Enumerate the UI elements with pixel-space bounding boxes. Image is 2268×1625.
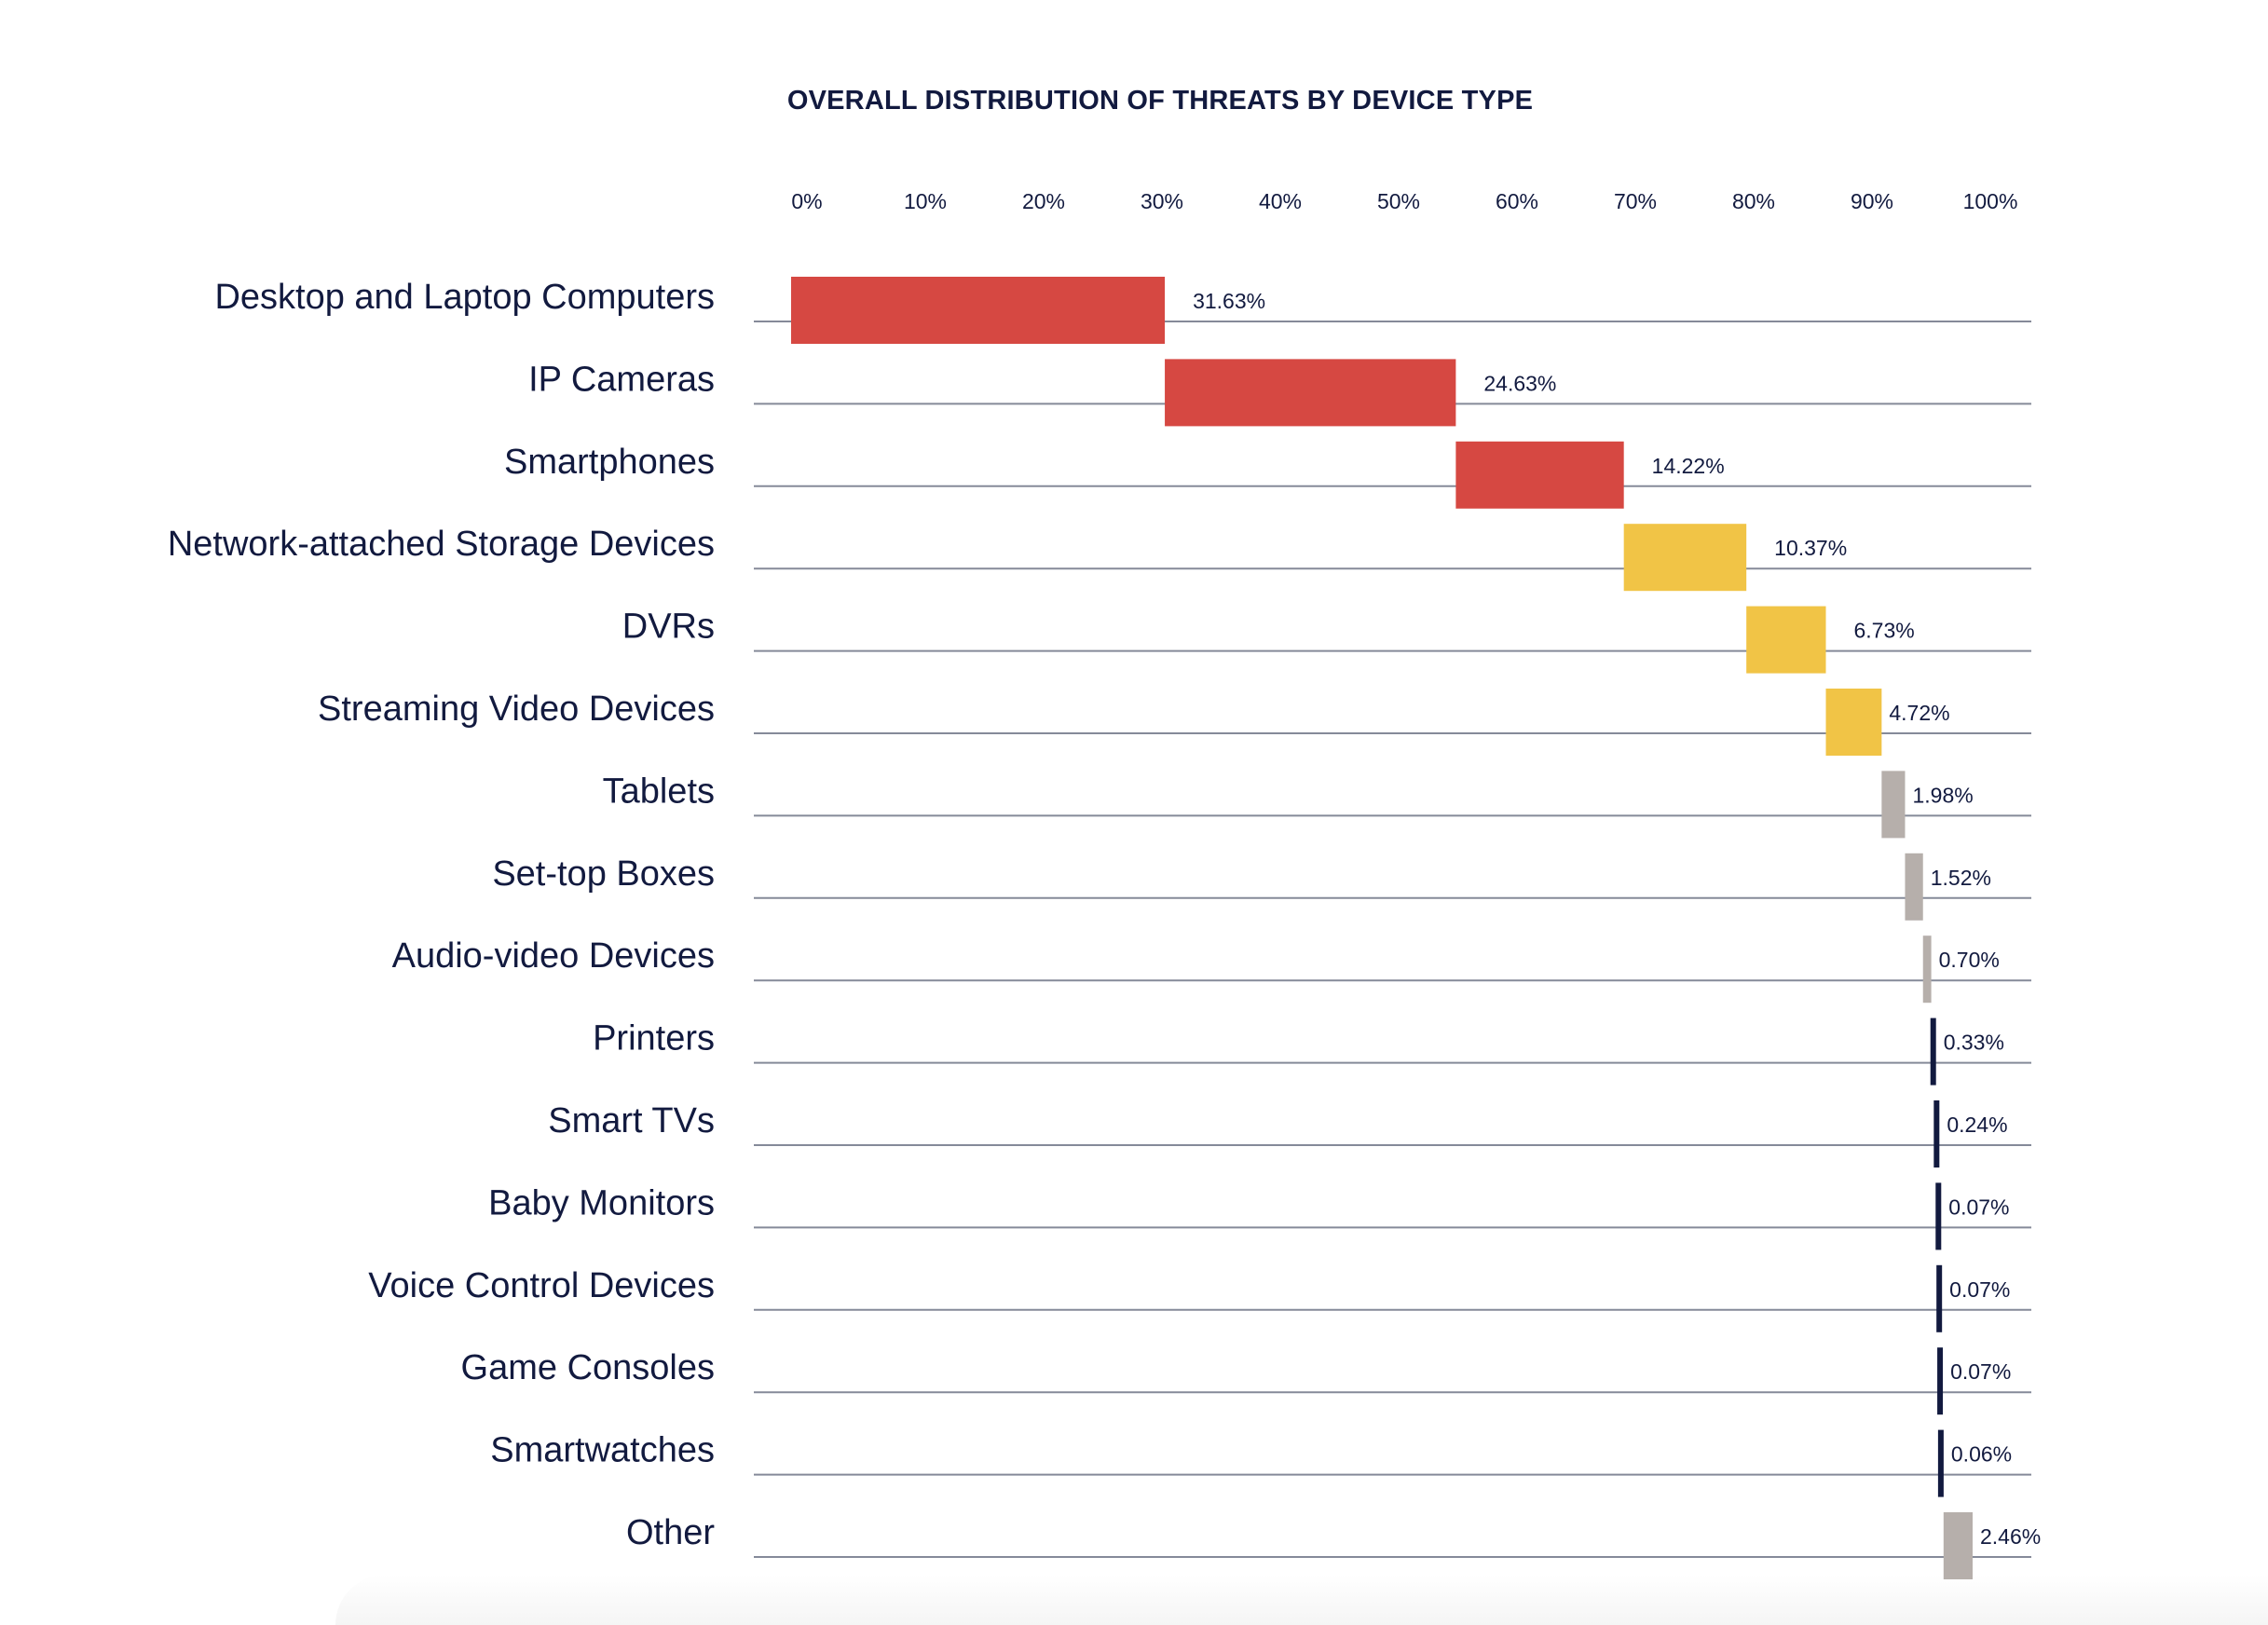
- value-label: 0.33%: [1944, 1031, 2004, 1055]
- bar-other: [1943, 1512, 1973, 1579]
- chart-row: Baby Monitors 0.07%: [488, 1182, 2031, 1250]
- chart-row: Other 2.46%: [626, 1512, 2041, 1579]
- category-label: DVRs: [622, 608, 715, 647]
- x-tick-label: 40%: [1259, 189, 1302, 213]
- value-label: 24.63%: [1483, 371, 1556, 395]
- x-tick-label: 0%: [791, 189, 822, 213]
- bar-baby-monitors: [1935, 1182, 1942, 1250]
- value-label: 0.07%: [1950, 1359, 2011, 1384]
- chart-row: Printers 0.33%: [593, 1017, 2031, 1086]
- bar-printers: [1930, 1017, 1936, 1086]
- category-label: Voice Control Devices: [368, 1266, 715, 1305]
- x-tick-label: 10%: [904, 189, 947, 213]
- value-label: 0.07%: [1948, 1195, 2009, 1219]
- category-label: Smartphones: [504, 443, 715, 482]
- bar-smart-tvs: [1933, 1100, 1940, 1168]
- value-label: 1.98%: [1912, 783, 1973, 807]
- value-label: 0.70%: [1939, 948, 2000, 972]
- x-tick-label: 60%: [1496, 189, 1538, 213]
- chart-title: OVERALL DISTRIBUTION OF THREATS BY DEVIC…: [787, 86, 1533, 116]
- x-tick-label: 90%: [1851, 189, 1893, 213]
- value-label: 1.52%: [1931, 866, 1991, 890]
- chart-row: Game Consoles 0.07%: [461, 1347, 2031, 1415]
- bar-audio-video-devices: [1922, 935, 1932, 1004]
- chart-rows: Desktop and Laptop Computers 31.63% IP Cam…: [168, 277, 2041, 1579]
- category-label: Desktop and Laptop Computers: [214, 278, 715, 317]
- x-axis-ticks: 0% 10% 20% 30% 40% 50% 60% 70% 80% 90% 100%: [791, 189, 2017, 213]
- category-label: Smart TVs: [548, 1101, 715, 1140]
- value-label: 31.63%: [1193, 289, 1265, 313]
- bar-voice-control-devices: [1936, 1264, 1943, 1332]
- bar-network-attached-storage-devices: [1623, 524, 1747, 592]
- category-label: Streaming Video Devices: [318, 690, 715, 729]
- category-label: Set-top Boxes: [492, 854, 715, 894]
- x-tick-label: 50%: [1377, 189, 1420, 213]
- category-label: Game Consoles: [461, 1348, 715, 1387]
- value-label: 10.37%: [1774, 536, 1847, 560]
- value-label: 0.06%: [1951, 1442, 2012, 1467]
- x-tick-label: 30%: [1141, 189, 1183, 213]
- x-tick-label: 20%: [1022, 189, 1065, 213]
- category-label: Audio-video Devices: [392, 936, 715, 976]
- threat-distribution-chart: OVERALL DISTRIBUTION OF THREATS BY DEVIC…: [168, 86, 2041, 1579]
- category-label: IP Cameras: [528, 360, 715, 399]
- chart-row: IP Cameras 24.63%: [528, 359, 2031, 427]
- chart-row: Tablets 1.98%: [603, 771, 2031, 839]
- bar-smartphones: [1455, 441, 1624, 509]
- bar-set-top-boxes: [1905, 853, 1923, 921]
- chart-row: Smartphones 14.22%: [504, 441, 2031, 509]
- value-label: 14.22%: [1652, 454, 1725, 478]
- value-label: 0.24%: [1947, 1113, 2007, 1137]
- bar-game-consoles: [1937, 1347, 1944, 1415]
- chart-row: Audio-video Devices 0.70%: [392, 935, 2031, 1004]
- category-label: Baby Monitors: [488, 1183, 715, 1222]
- chart-row: DVRs 6.73%: [622, 606, 2031, 674]
- bar-dvrs: [1746, 606, 1826, 674]
- value-label: 4.72%: [1889, 701, 1949, 725]
- bar-ip-cameras: [1165, 359, 1456, 427]
- chart-row: Streaming Video Devices 4.72%: [318, 689, 2031, 756]
- value-label: 0.07%: [1949, 1277, 2010, 1302]
- chart-row: Network-attached Storage Devices 10.37%: [168, 524, 2031, 592]
- category-label: Smartwatches: [490, 1431, 715, 1470]
- chart-row: Smart TVs 0.24%: [548, 1100, 2031, 1168]
- category-label: Network-attached Storage Devices: [168, 525, 715, 564]
- chart-row: Set-top Boxes 1.52%: [492, 853, 2031, 921]
- category-label: Tablets: [603, 772, 715, 811]
- x-tick-label: 70%: [1614, 189, 1657, 213]
- chart-row: Voice Control Devices 0.07%: [368, 1264, 2031, 1332]
- bar-streaming-video-devices: [1825, 689, 1882, 756]
- category-label: Printers: [593, 1019, 715, 1058]
- x-tick-label: 80%: [1732, 189, 1775, 213]
- x-tick-label: 100%: [1963, 189, 2018, 213]
- category-label: Other: [626, 1513, 715, 1552]
- bar-smartwatches: [1937, 1429, 1944, 1497]
- bar-desktop-and-laptop-computers: [791, 277, 1166, 344]
- chart-row: Desktop and Laptop Computers 31.63%: [214, 277, 2031, 344]
- value-label: 2.46%: [1980, 1524, 2041, 1549]
- value-label: 6.73%: [1854, 619, 1915, 643]
- chart-row: Smartwatches 0.06%: [490, 1429, 2031, 1497]
- bar-tablets: [1881, 771, 1906, 839]
